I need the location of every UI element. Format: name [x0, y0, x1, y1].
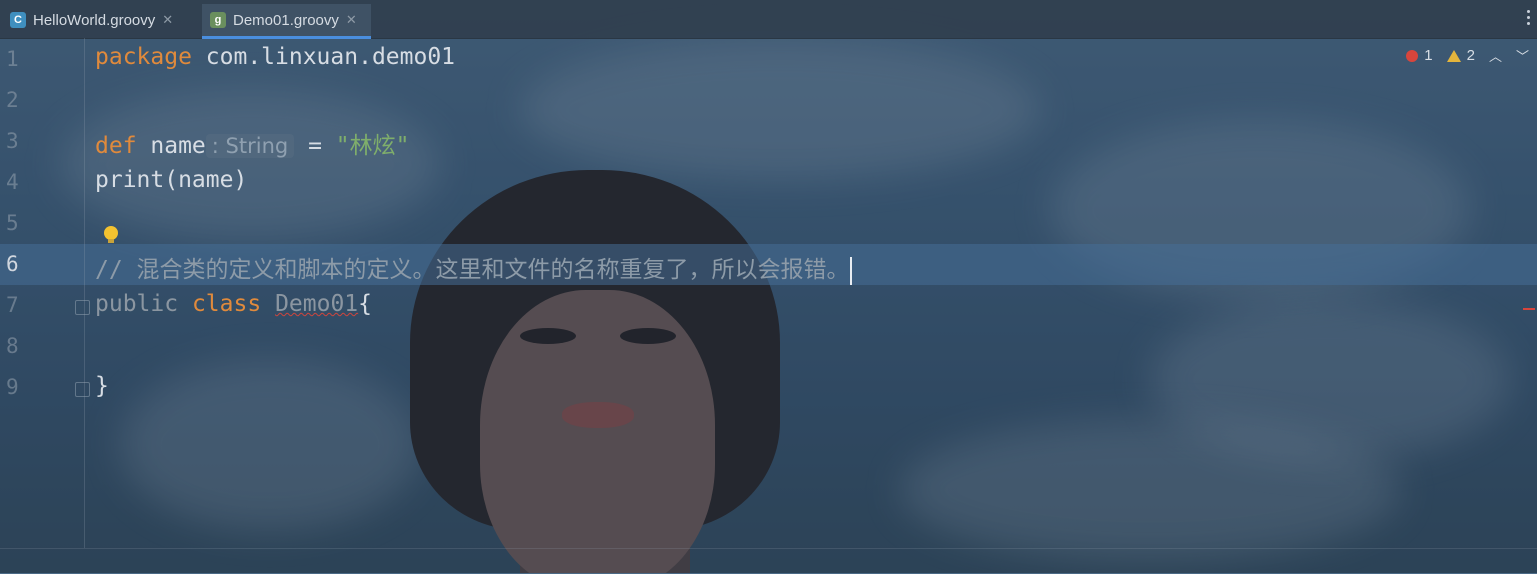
editor-scrollbar[interactable]: [1523, 38, 1537, 548]
comment: // 混合类的定义和脚本的定义。这里和文件的名称重复了，所以会报错。: [95, 257, 850, 283]
package-name: com.linxuan.demo01: [191, 44, 456, 70]
close-icon[interactable]: ✕: [162, 12, 173, 28]
modifier: public: [95, 291, 179, 317]
line-number: 3: [6, 129, 19, 153]
code-line-4[interactable]: print(name): [95, 167, 247, 193]
tab-label: Demo01.groovy: [233, 11, 339, 29]
fold-marker-icon[interactable]: [75, 382, 90, 397]
code-line-1[interactable]: package com.linxuan.demo01: [95, 44, 455, 70]
editor-tab-bar: C HelloWorld.groovy ✕ g Demo01.groovy ✕: [0, 0, 1537, 39]
class-name-error: Demo01: [275, 291, 359, 317]
error-icon: [1406, 49, 1419, 62]
brace: {: [358, 291, 373, 317]
tab-demo01[interactable]: g Demo01.groovy ✕: [202, 4, 371, 39]
text-caret: [849, 256, 852, 285]
groovy-class-file-icon: C: [10, 12, 26, 28]
code-line-7[interactable]: public class Demo01{: [95, 291, 372, 317]
keyword: def: [95, 133, 137, 159]
operator: =: [294, 133, 336, 159]
code-line-9[interactable]: }: [95, 373, 109, 399]
more-options-icon[interactable]: [1527, 10, 1531, 25]
line-number: 1: [6, 47, 19, 71]
tab-helloworld[interactable]: C HelloWorld.groovy ✕: [10, 4, 173, 36]
close-icon[interactable]: ✕: [346, 12, 357, 28]
lightbulb-icon[interactable]: [104, 226, 118, 243]
tab-label: HelloWorld.groovy: [33, 11, 156, 29]
groovy-script-file-icon: g: [210, 12, 226, 28]
fold-marker-icon[interactable]: [75, 300, 90, 315]
keyword: class: [191, 291, 262, 317]
line-number: 5: [6, 211, 19, 235]
code-line-6[interactable]: // 混合类的定义和脚本的定义。这里和文件的名称重复了，所以会报错。: [95, 250, 852, 285]
identifier: name: [136, 133, 206, 159]
statement: print(name): [95, 167, 248, 193]
line-number: 9: [6, 375, 19, 399]
error-count: 1: [1424, 47, 1433, 64]
line-number: 2: [6, 88, 19, 112]
code-line-3[interactable]: def name: String = "林炫": [95, 126, 409, 160]
status-bar: [0, 548, 1537, 574]
string-literal: "林炫": [335, 133, 410, 159]
line-number: 7: [6, 293, 19, 317]
inlay-type-hint: : String: [205, 134, 295, 158]
line-number: 8: [6, 334, 19, 358]
error-stripe-marker[interactable]: [1523, 308, 1535, 310]
line-number: 4: [6, 170, 19, 194]
warning-icon: [1446, 49, 1461, 62]
keyword: package: [95, 44, 192, 70]
chevron-up-icon[interactable]: ︿: [1489, 46, 1502, 65]
warning-count: 2: [1466, 47, 1475, 64]
editor-background-image: [0, 0, 1537, 573]
line-number-current: 6: [6, 252, 19, 276]
brace: }: [95, 373, 109, 399]
inspection-widget[interactable]: 1 2 ︿ ﹀: [1406, 46, 1529, 65]
